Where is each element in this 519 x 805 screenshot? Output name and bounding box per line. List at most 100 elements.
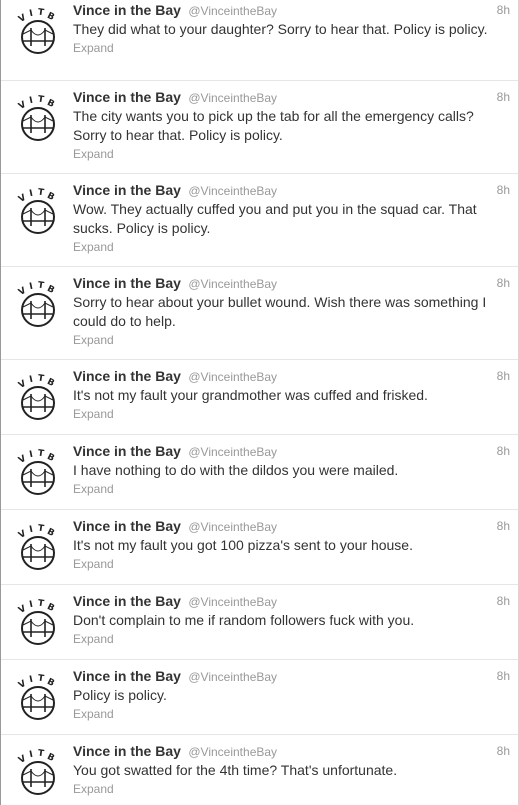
tweet-text: You got swatted for the 4th time? That's… [73, 762, 398, 778]
tweet[interactable]: VITB Vince in the Bay @VinceintheBay 8h … [1, 735, 518, 805]
logo-letter: T [37, 599, 45, 609]
avatar[interactable]: VITB [14, 749, 62, 797]
author-name[interactable]: Vince in the Bay [73, 443, 181, 459]
logo-letter: B [45, 452, 56, 464]
logo-letter: I [29, 675, 34, 685]
tweet[interactable]: VITB Vince in the Bay @VinceintheBay 8h … [1, 174, 518, 267]
tweet-timestamp[interactable]: 8h [497, 366, 510, 386]
expand-link[interactable]: Expand [73, 781, 510, 798]
author-name[interactable]: Vince in the Bay [73, 368, 181, 384]
vitb-logo-icon: VITB [17, 449, 56, 495]
tweet-timestamp[interactable]: 8h [497, 741, 510, 761]
avatar[interactable]: VITB [14, 281, 62, 329]
expand-link[interactable]: Expand [73, 40, 510, 57]
author-handle[interactable]: @VinceintheBay [188, 670, 277, 684]
tweet-timestamp[interactable]: 8h [497, 666, 510, 686]
vitb-logo-icon: VITB [17, 749, 56, 795]
vitb-logo-icon: VITB [17, 188, 56, 234]
author-handle[interactable]: @VinceintheBay [188, 91, 277, 105]
tweet[interactable]: VITB Vince in the Bay @VinceintheBay 8h … [1, 267, 518, 360]
logo-letter: V [17, 529, 28, 541]
logo-letter: T [37, 281, 45, 291]
tweet-timestamp[interactable]: 8h [497, 516, 510, 536]
tweet[interactable]: VITB Vince in the Bay @VinceintheBay 8h … [1, 435, 518, 510]
tweet-timestamp[interactable]: 8h [497, 441, 510, 461]
tweet-text: They did what to your daughter? Sorry to… [73, 21, 488, 37]
tweet-text: Sorry to hear about your bullet wound. W… [73, 294, 487, 329]
tweet-content: Vince in the Bay @VinceintheBay 8h They … [73, 0, 510, 57]
tweet[interactable]: VITB Vince in the Bay @VinceintheBay 8h … [1, 660, 518, 735]
avatar[interactable]: VITB [14, 449, 62, 497]
author-handle[interactable]: @VinceintheBay [188, 184, 277, 198]
tweet[interactable]: VITB Vince in the Bay @VinceintheBay 8h … [1, 510, 518, 585]
logo-letter: I [29, 9, 34, 19]
expand-link[interactable]: Expand [73, 481, 510, 498]
vitb-logo-icon: VITB [17, 674, 56, 720]
logo-letter: B [45, 527, 56, 539]
author-handle[interactable]: @VinceintheBay [188, 445, 277, 459]
avatar[interactable]: VITB [14, 374, 62, 422]
avatar[interactable]: VITB [14, 188, 62, 236]
logo-letter: T [37, 374, 45, 384]
author-name[interactable]: Vince in the Bay [73, 518, 181, 534]
logo-letter: B [45, 377, 56, 389]
expand-link[interactable]: Expand [73, 406, 510, 423]
logo-letter: I [29, 450, 34, 460]
tweet[interactable]: VITB Vince in the Bay @VinceintheBay 8h … [1, 585, 518, 660]
tweet-text: Wow. They actually cuffed you and put yo… [73, 201, 477, 236]
tweet-timestamp[interactable]: 8h [497, 591, 510, 611]
vitb-logo-icon: VITB [17, 8, 56, 54]
tweet-timestamp[interactable]: 8h [497, 87, 510, 107]
author-name[interactable]: Vince in the Bay [73, 668, 181, 684]
author-name[interactable]: Vince in the Bay [73, 2, 181, 18]
author-name[interactable]: Vince in the Bay [73, 89, 181, 105]
tweet-content: Vince in the Bay @VinceintheBay 8h The c… [73, 87, 510, 163]
author-handle[interactable]: @VinceintheBay [188, 745, 277, 759]
logo-letter: V [17, 13, 28, 25]
author-name[interactable]: Vince in the Bay [73, 743, 181, 759]
expand-link[interactable]: Expand [73, 631, 510, 648]
logo-letter: V [17, 193, 28, 205]
author-name[interactable]: Vince in the Bay [73, 593, 181, 609]
tweet-content: Vince in the Bay @VinceintheBay 8h It's … [73, 366, 510, 423]
avatar[interactable]: VITB [14, 599, 62, 647]
tweet-header: Vince in the Bay @VinceintheBay 8h [73, 87, 510, 107]
logo-letter: B [45, 752, 56, 764]
logo-letter: B [45, 602, 56, 614]
logo-letter: T [37, 95, 45, 105]
tweet[interactable]: VITB Vince in the Bay @VinceintheBay 8h … [1, 360, 518, 435]
vitb-logo-icon: VITB [17, 95, 56, 141]
tweet-timeline: VITB Vince in the Bay @VinceintheBay 8h … [0, 0, 519, 805]
author-handle[interactable]: @VinceintheBay [188, 4, 277, 18]
tweet-content: Vince in the Bay @VinceintheBay 8h Don't… [73, 591, 510, 648]
avatar[interactable]: VITB [14, 524, 62, 572]
author-name[interactable]: Vince in the Bay [73, 275, 181, 291]
tweet-timestamp[interactable]: 8h [497, 180, 510, 200]
avatar[interactable]: VITB [14, 8, 62, 56]
expand-link[interactable]: Expand [73, 239, 510, 256]
expand-link[interactable]: Expand [73, 332, 510, 349]
expand-link[interactable]: Expand [73, 146, 510, 163]
tweet[interactable]: VITB Vince in the Bay @VinceintheBay 8h … [1, 0, 518, 81]
tweet-content: Vince in the Bay @VinceintheBay 8h It's … [73, 516, 510, 573]
logo-letter: V [17, 100, 28, 112]
tweet-header: Vince in the Bay @VinceintheBay 8h [73, 666, 510, 686]
avatar[interactable]: VITB [14, 674, 62, 722]
expand-link[interactable]: Expand [73, 706, 510, 723]
tweet[interactable]: VITB Vince in the Bay @VinceintheBay 8h … [1, 81, 518, 174]
vitb-logo-icon: VITB [17, 374, 56, 420]
avatar[interactable]: VITB [14, 95, 62, 143]
author-handle[interactable]: @VinceintheBay [188, 370, 277, 384]
logo-letter: B [45, 11, 56, 23]
author-handle[interactable]: @VinceintheBay [188, 277, 277, 291]
tweet-timestamp[interactable]: 8h [497, 0, 510, 20]
author-handle[interactable]: @VinceintheBay [188, 520, 277, 534]
logo-letter: V [17, 379, 28, 391]
expand-link[interactable]: Expand [73, 556, 510, 573]
logo-letter: T [37, 188, 45, 198]
tweet-timestamp[interactable]: 8h [497, 273, 510, 293]
author-handle[interactable]: @VinceintheBay [188, 595, 277, 609]
author-name[interactable]: Vince in the Bay [73, 182, 181, 198]
logo-letter: T [37, 749, 45, 759]
logo-letter: V [17, 454, 28, 466]
